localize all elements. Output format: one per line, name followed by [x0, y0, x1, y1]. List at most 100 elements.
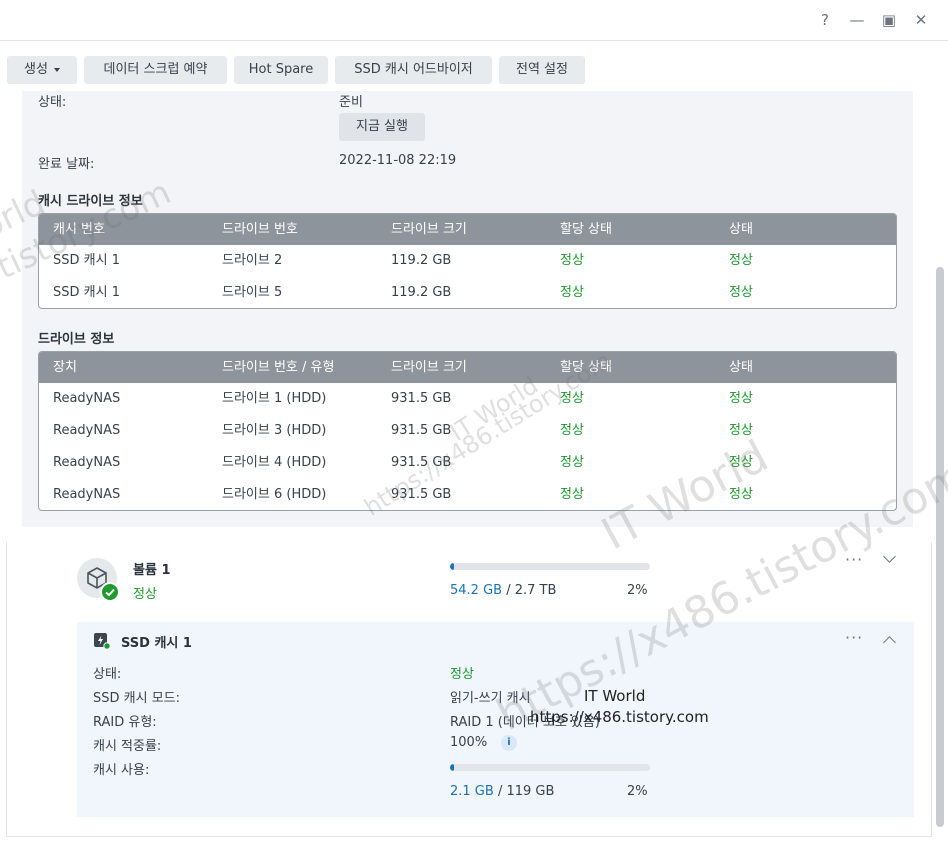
maximize-icon[interactable]: ▣ [879, 10, 899, 30]
cache-drive-info-title: 캐시 드라이브 정보 [38, 194, 143, 209]
create-button-label: 생성 [24, 62, 48, 77]
volume-used: 54.2 GB [450, 583, 503, 598]
volume-usage-percent: 2% [627, 583, 648, 598]
cell-allocation-status: 정상 [560, 285, 584, 300]
cell-allocation-status: 정상 [560, 253, 584, 268]
cell-drive-type: 드라이브 4 (HDD) [222, 455, 327, 470]
field-value-cache-mode: 읽기-쓰기 캐시 [450, 691, 531, 706]
column-header[interactable]: 상태 [729, 214, 753, 245]
field-label: RAID 유형: [93, 715, 157, 730]
global-settings-button[interactable]: 전역 설정 [499, 56, 585, 84]
cell-cache-number: SSD 캐시 1 [53, 285, 120, 300]
cell-device: ReadyNAS [53, 455, 121, 470]
cell-drive-size: 119.2 GB [391, 285, 452, 300]
status-ok-icon [100, 582, 120, 602]
table-row[interactable]: ReadyNAS 드라이브 1 (HDD) 931.5 GB 정상 정상 [39, 383, 896, 415]
help-icon[interactable]: ? [815, 10, 835, 30]
more-options-icon[interactable]: ··· [845, 550, 863, 569]
cell-device: ReadyNAS [53, 391, 121, 406]
drive-info-table: 장치 드라이브 번호 / 유형 드라이브 크기 할당 상태 상태 ReadyNA… [38, 351, 897, 511]
volume-total: 2.7 TB [514, 583, 557, 598]
table-row[interactable]: ReadyNAS 드라이브 6 (HDD) 931.5 GB 정상 정상 [39, 479, 896, 510]
chevron-down-icon[interactable] [883, 550, 896, 563]
column-header[interactable]: 장치 [53, 352, 77, 383]
ssd-cache-advisor-button[interactable]: SSD 캐시 어드바이저 [335, 56, 492, 84]
cell-drive-type: 드라이브 3 (HDD) [222, 423, 327, 438]
chevron-up-icon[interactable] [883, 636, 896, 649]
cache-drive-table: 캐시 번호 드라이브 번호 드라이브 크기 할당 상태 상태 SSD 캐시 1 … [38, 213, 897, 309]
column-header[interactable]: 할당 상태 [560, 214, 612, 245]
toolbar: 생성 데이터 스크럽 예약 Hot Spare SSD 캐시 어드바이저 전역 … [0, 41, 948, 91]
separator: / [493, 784, 507, 799]
cache-usage-bar [450, 764, 650, 771]
cell-status: 정상 [729, 423, 753, 438]
cell-drive-type: 드라이브 1 (HDD) [222, 391, 327, 406]
cache-usage-percent: 2% [627, 784, 648, 799]
data-scrub-detail-panel: 상태: 준비 지금 실행 완료 날짜: 2022-11-08 22:19 캐시 … [22, 91, 913, 527]
table-header: 캐시 번호 드라이브 번호 드라이브 크기 할당 상태 상태 [39, 214, 896, 245]
volume-usage-text: 54.2 GB / 2.7 TB [450, 583, 556, 598]
volume-card: 볼륨 1 정상 54.2 GB / 2.7 TB 2% ··· SSD 캐시 1… [6, 542, 932, 837]
volume-usage-bar [450, 563, 650, 570]
content-scroll-area[interactable]: 상태: 준비 지금 실행 완료 날짜: 2022-11-08 22:19 캐시 … [0, 91, 948, 846]
scrollbar-thumb[interactable] [936, 267, 944, 827]
cell-allocation-status: 정상 [560, 391, 584, 406]
title-bar: ? — ▣ ✕ [0, 0, 948, 41]
table-row[interactable]: ReadyNAS 드라이브 4 (HDD) 931.5 GB 정상 정상 [39, 447, 896, 479]
cache-usage-text: 2.1 GB / 119 GB [450, 784, 554, 799]
status-value: 준비 [339, 95, 363, 110]
caret-down-icon [53, 67, 60, 72]
table-row[interactable]: SSD 캐시 1 드라이브 5 119.2 GB 정상 정상 [39, 277, 896, 308]
cell-device: ReadyNAS [53, 487, 121, 502]
cell-drive-size: 931.5 GB [391, 455, 452, 470]
cell-drive-size: 931.5 GB [391, 423, 452, 438]
cell-allocation-status: 정상 [560, 423, 584, 438]
volume-name[interactable]: 볼륨 1 [133, 559, 171, 578]
cell-drive-number: 드라이브 5 [222, 285, 283, 300]
table-row[interactable]: ReadyNAS 드라이브 3 (HDD) 931.5 GB 정상 정상 [39, 415, 896, 447]
column-header[interactable]: 할당 상태 [560, 352, 612, 383]
column-header[interactable]: 상태 [729, 352, 753, 383]
create-button[interactable]: 생성 [7, 56, 77, 84]
cell-status: 정상 [729, 455, 753, 470]
cell-status: 정상 [729, 391, 753, 406]
table-header: 장치 드라이브 번호 / 유형 드라이브 크기 할당 상태 상태 [39, 352, 896, 383]
cell-allocation-status: 정상 [560, 487, 584, 502]
ssd-cache-name[interactable]: SSD 캐시 1 [121, 632, 192, 651]
cell-status: 정상 [729, 285, 753, 300]
info-icon[interactable]: i [501, 735, 517, 751]
close-icon[interactable]: ✕ [911, 10, 931, 30]
column-header[interactable]: 캐시 번호 [53, 214, 105, 245]
completed-date-value: 2022-11-08 22:19 [339, 153, 457, 168]
cell-cache-number: SSD 캐시 1 [53, 253, 120, 268]
ssd-cache-icon [93, 632, 111, 650]
field-label: SSD 캐시 모드: [93, 691, 180, 706]
table-row[interactable]: SSD 캐시 1 드라이브 2 119.2 GB 정상 정상 [39, 245, 896, 277]
field-label: 상태: [93, 667, 122, 682]
field-value-status: 정상 [450, 667, 474, 682]
hot-spare-button[interactable]: Hot Spare [234, 56, 328, 84]
column-header[interactable]: 드라이브 번호 / 유형 [222, 352, 334, 383]
column-header[interactable]: 드라이브 번호 [222, 214, 298, 245]
cell-drive-size: 119.2 GB [391, 253, 452, 268]
column-header[interactable]: 드라이브 크기 [391, 214, 467, 245]
separator: / [502, 583, 515, 598]
column-header[interactable]: 드라이브 크기 [391, 352, 467, 383]
completed-date-label: 완료 날짜: [38, 157, 95, 172]
field-value-hit-rate: 100% [450, 735, 488, 750]
status-label: 상태: [38, 95, 67, 110]
cell-drive-type: 드라이브 6 (HDD) [222, 487, 327, 502]
vertical-scrollbar[interactable] [936, 91, 944, 836]
drive-info-title: 드라이브 정보 [38, 332, 115, 347]
volume-status: 정상 [133, 587, 157, 602]
cache-total: 119 GB [506, 784, 555, 799]
run-now-button[interactable]: 지금 실행 [339, 113, 425, 141]
cell-status: 정상 [729, 487, 753, 502]
minimize-icon[interactable]: — [847, 10, 867, 30]
field-label: 캐시 적중률: [93, 739, 162, 754]
scrub-schedule-button[interactable]: 데이터 스크럽 예약 [84, 56, 227, 84]
field-value-raid-type: RAID 1 (데이터 보호 있음) [450, 715, 600, 730]
ssd-cache-panel: SSD 캐시 1 ··· 상태: 정상 SSD 캐시 모드: 읽기-쓰기 캐시 … [77, 622, 914, 817]
more-options-icon[interactable]: ··· [845, 628, 863, 647]
cell-drive-number: 드라이브 2 [222, 253, 283, 268]
